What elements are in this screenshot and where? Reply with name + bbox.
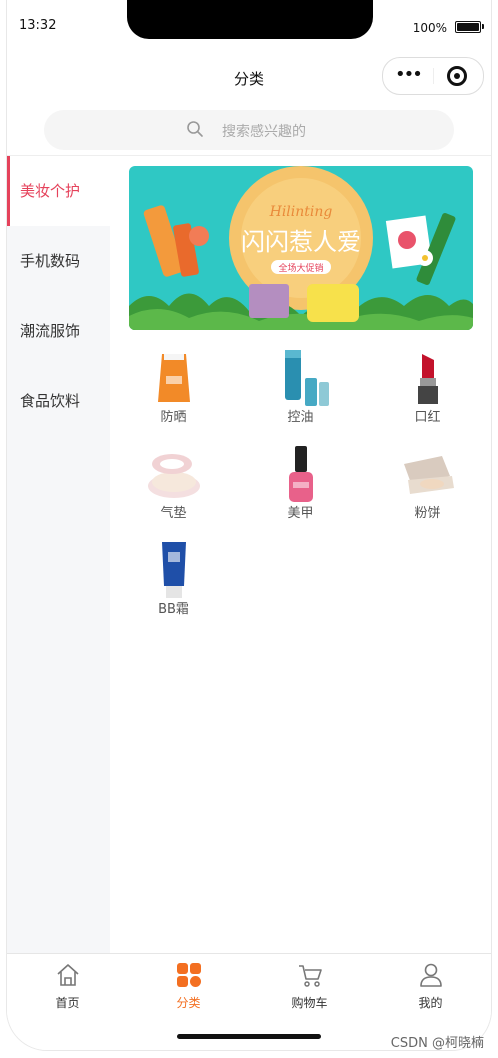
tab-label: 分类 <box>176 996 201 1010</box>
tab-home[interactable]: 首页 <box>7 962 128 1011</box>
nail-polish-icon <box>288 446 313 502</box>
sunscreen-icon <box>157 354 190 402</box>
pressed-powder-icon <box>403 456 454 494</box>
banner-promo: 全场大促销 <box>278 262 323 274</box>
product-label: 口红 <box>414 410 441 425</box>
product-label: 防晒 <box>160 410 187 425</box>
oil-control-icon <box>284 350 329 406</box>
product-label: 美甲 <box>287 506 314 521</box>
cart-icon <box>298 965 322 987</box>
product-cushion[interactable]: 气垫 <box>110 442 237 532</box>
user-icon <box>419 963 442 987</box>
category-sidebar: 美妆个护 手机数码 潮流服饰 食品饮料 <box>7 156 110 953</box>
tab-label: 我的 <box>418 996 443 1010</box>
close-target-icon[interactable] <box>447 66 467 86</box>
sidebar-item-digital[interactable]: 手机数码 <box>7 226 110 296</box>
product-label: 粉饼 <box>414 506 441 521</box>
product-nail-polish[interactable]: 美甲 <box>237 442 364 532</box>
lipstick-icon <box>417 354 438 404</box>
tab-label: 购物车 <box>291 996 328 1010</box>
notch <box>127 0 373 39</box>
product-sunscreen[interactable]: 防晒 <box>110 346 237 436</box>
product-lipstick[interactable]: 口红 <box>364 346 491 436</box>
product-label: BB霜 <box>158 602 189 617</box>
sidebar-item-beauty[interactable]: 美妆个护 <box>7 156 110 226</box>
sidebar-item-food[interactable]: 食品饮料 <box>7 366 110 436</box>
home-indicator <box>177 1034 321 1039</box>
category-content: Hilinting 闪闪惹人爱 全场大促销 防晒 控油 口红 气垫 美甲 粉饼 … <box>110 156 491 953</box>
watermark: CSDN @柯晓楠 <box>390 1036 484 1051</box>
phone-frame: 13:32 100% 分类 ••• 搜索感兴趣的 美妆个护 手机数码 潮流服饰 … <box>7 0 491 1050</box>
sidebar-item-fashion[interactable]: 潮流服饰 <box>7 296 110 366</box>
product-oil-control[interactable]: 控油 <box>237 346 364 436</box>
more-icon[interactable]: ••• <box>395 66 423 84</box>
cushion-icon <box>147 454 200 498</box>
tab-cart[interactable]: 购物车 <box>249 962 370 1011</box>
search-placeholder: 搜索感兴趣的 <box>222 124 306 140</box>
banner-headline: 闪闪惹人爱 <box>241 228 361 256</box>
tab-label: 首页 <box>55 996 80 1010</box>
category-icon <box>176 963 201 987</box>
banner-script-text: Hilinting <box>269 204 333 220</box>
tab-profile[interactable]: 我的 <box>370 962 491 1011</box>
status-time: 13:32 <box>19 18 57 33</box>
product-label: 气垫 <box>160 506 187 521</box>
product-bb-cream[interactable]: BB霜 <box>110 538 237 628</box>
bb-cream-icon <box>161 542 186 598</box>
product-label: 控油 <box>287 410 314 425</box>
promo-banner[interactable]: Hilinting 闪闪惹人爱 全场大促销 <box>129 166 473 330</box>
home-icon <box>56 964 79 986</box>
search-icon <box>187 121 203 137</box>
battery-percent: 100% <box>412 21 447 35</box>
battery-icon <box>455 21 484 33</box>
tab-category[interactable]: 分类 <box>128 962 249 1011</box>
miniprogram-capsule[interactable]: ••• <box>382 57 484 95</box>
product-pressed-powder[interactable]: 粉饼 <box>364 442 491 532</box>
search-input[interactable]: 搜索感兴趣的 <box>44 110 454 150</box>
